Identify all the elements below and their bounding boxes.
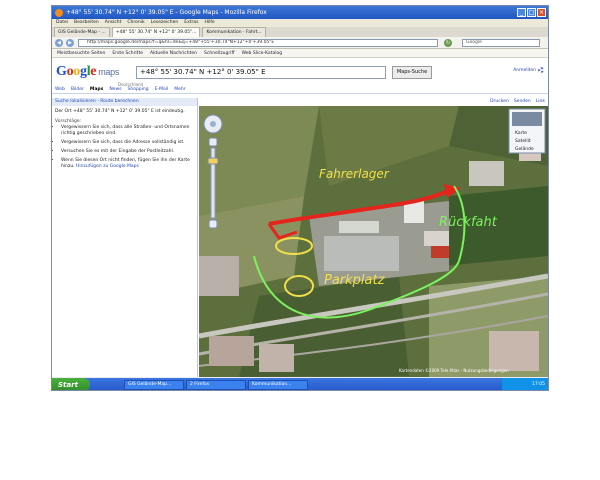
nav-news[interactable]: News: [109, 85, 121, 93]
menu-edit[interactable]: Bearbeiten: [74, 19, 99, 27]
menu-file[interactable]: Datei: [56, 19, 68, 27]
navigation-toolbar: ◀ ▶ http://maps.google.de/maps?f=q&hl=de…: [52, 37, 548, 49]
url-bar[interactable]: http://maps.google.de/maps?f=q&hl=de&q=+…: [78, 39, 438, 47]
windows-taskbar: Start GIS Gelände-Map... 2 Firefox Kommu…: [52, 378, 548, 390]
menu-history[interactable]: Chronik: [127, 19, 144, 27]
gear-icon[interactable]: [538, 67, 544, 73]
taskbar-item[interactable]: Kommunikation...: [248, 380, 308, 390]
bookmark-item[interactable]: Schnellzugriff: [204, 49, 235, 57]
results-sidebar: Suche lokalisieren - Route berechnen Der…: [52, 98, 198, 377]
annotation-parking: Parkplatz: [324, 273, 386, 288]
tab-strip: GIS Gelände-Map - ... +48° 55' 30.74" N …: [52, 27, 548, 37]
window-title: +48° 55' 30.74" N +12° 0' 39.05" E - Goo…: [66, 9, 267, 16]
map-type-map[interactable]: Karte: [515, 130, 527, 136]
sidebar-header[interactable]: Suche lokalisieren - Route berechnen: [52, 98, 197, 106]
nav-shopping[interactable]: Shopping: [127, 85, 148, 93]
nav-images[interactable]: Bilder: [71, 85, 84, 93]
map-type-terrain[interactable]: Gelände: [515, 146, 534, 152]
browser-search-input[interactable]: Google: [462, 39, 540, 47]
nav-mail[interactable]: E-Mail: [155, 85, 169, 93]
browser-window: +48° 55' 30.74" N +12° 0' 39.05" E - Goo…: [51, 5, 549, 391]
bookmark-item[interactable]: Erste Schritte: [112, 49, 143, 57]
suggestions-heading: Vorschläge:: [55, 119, 82, 124]
satellite-map[interactable]: Fahrerlager Parkplatz Rückfaht Karte Sat…: [199, 106, 548, 377]
nav-more[interactable]: Mehr: [174, 85, 185, 93]
map-panel: Drucken Senden Link Fahrerlager Parkplat…: [199, 98, 548, 377]
suggestion-item: Versuchen Sie es mit der Eingabe der Pos…: [61, 149, 194, 155]
link-link[interactable]: Link: [536, 98, 545, 106]
system-tray-clock: 17:05: [502, 378, 548, 390]
nav-web[interactable]: Web: [55, 85, 65, 93]
google-maps-logo[interactable]: Google maps: [56, 64, 119, 80]
maximize-button[interactable]: □: [527, 8, 536, 17]
menu-bar: Datei Bearbeiten Ansicht Chronik Lesezei…: [52, 19, 548, 27]
forward-button[interactable]: ▶: [66, 39, 74, 47]
suggestion-item: Vergewissern Sie sich, dass die Adresse …: [61, 140, 194, 146]
tab-1[interactable]: GIS Gelände-Map - ...: [54, 27, 110, 37]
taskbar-item[interactable]: 2 Firefox: [186, 380, 246, 390]
bookmarks-bar: Meistbesuchte Seiten Erste Schritte Aktu…: [52, 49, 548, 58]
google-nav: Web Bilder Maps News Shopping E-Mail Meh…: [52, 85, 548, 94]
nav-maps[interactable]: Maps: [90, 85, 103, 93]
maps-search-input[interactable]: +48° 55' 30.74" N +12° 0' 39.05" E: [136, 66, 386, 79]
suggestions-list: Vergewissern Sie sich, dass alle Straßen…: [52, 125, 197, 170]
map-type-satellite[interactable]: Satellit: [515, 138, 531, 144]
map-type-control[interactable]: Karte Satellit Gelände: [508, 108, 546, 154]
minimize-button[interactable]: _: [517, 8, 526, 17]
annotation-arrival: Fahrerlager: [319, 167, 390, 181]
result-message: Der Ort +48° 55' 30.74" N +12° 0' 39.05"…: [55, 109, 185, 114]
title-bar: +48° 55' 30.74" N +12° 0' 39.05" E - Goo…: [52, 6, 548, 19]
add-to-maps-link[interactable]: Hinzufügen zu Google Maps: [76, 164, 139, 169]
pan-control[interactable]: [203, 114, 223, 134]
menu-view[interactable]: Ansicht: [105, 19, 122, 27]
maps-search-button[interactable]: Maps-Suche: [392, 66, 432, 79]
map-copyright: Kartendaten ©2009 Tele Atlas - Nutzungsb…: [399, 368, 509, 373]
print-link[interactable]: Drucken: [490, 98, 509, 106]
suggestion-item: Vergewissern Sie sich, dass alle Straßen…: [61, 125, 194, 137]
close-button[interactable]: ×: [537, 8, 546, 17]
bookmark-item[interactable]: Meistbesuchte Seiten: [57, 49, 105, 57]
map-toolbar: Drucken Senden Link: [490, 98, 548, 106]
back-button[interactable]: ◀: [55, 39, 63, 47]
bookmark-item[interactable]: Web Slice-Katalog: [242, 49, 282, 57]
sign-in-link[interactable]: Anmelden: [513, 68, 536, 73]
tab-2-active[interactable]: +48° 55' 30.74" N +12° 0' 39.05"...: [111, 27, 201, 37]
menu-tools[interactable]: Extras: [184, 19, 198, 27]
page-content: Google maps Deutschland +48° 55' 30.74" N…: [52, 58, 548, 377]
menu-help[interactable]: Hilfe: [204, 19, 214, 27]
menu-bookmarks[interactable]: Lesezeichen: [151, 19, 179, 27]
send-link[interactable]: Senden: [514, 98, 531, 106]
window-controls: _ □ ×: [517, 8, 546, 17]
bookmark-item[interactable]: Aktuelle Nachrichten: [150, 49, 197, 57]
reload-button[interactable]: ↻: [444, 39, 452, 47]
firefox-icon: [55, 9, 63, 17]
taskbar-item[interactable]: GIS Gelände-Map...: [124, 380, 184, 390]
tab-3[interactable]: Kommunikation - Fahrt...: [202, 27, 266, 37]
suggestion-item: Wenn Sie diesen Ort nicht finden, fügen …: [61, 158, 194, 170]
start-button[interactable]: Start: [52, 378, 90, 390]
annotation-exit: Rückfaht: [439, 215, 498, 230]
